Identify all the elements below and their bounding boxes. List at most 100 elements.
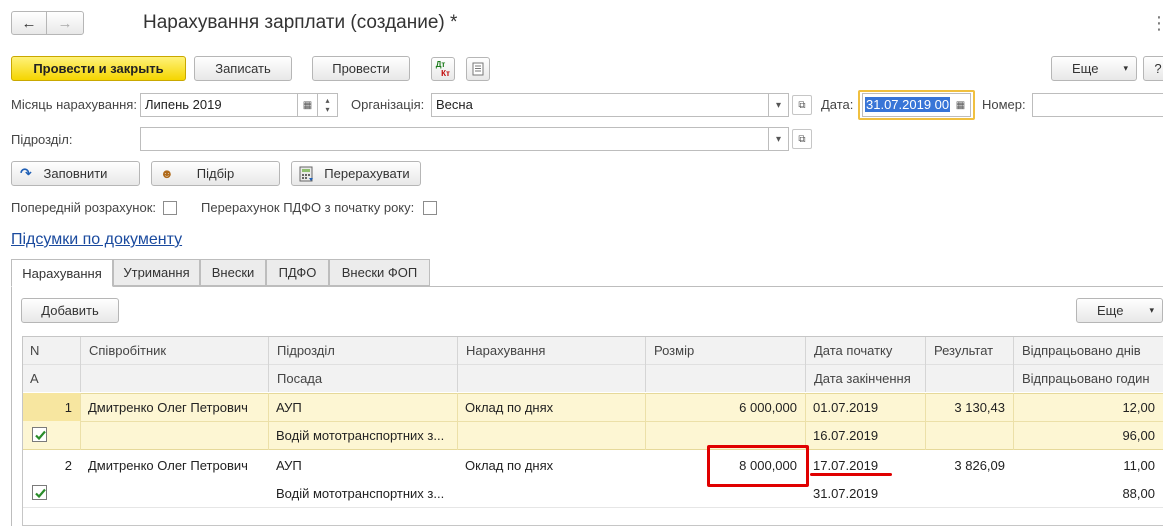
help-button[interactable]: ? [1143,56,1163,81]
amount-cell[interactable]: 6 000,000 [645,393,805,421]
number-field[interactable] [1032,93,1163,117]
column-header-active[interactable]: А [23,365,80,392]
tab-accruals[interactable]: Нарахування [11,259,113,287]
arrow-right-icon: → [57,14,73,32]
users-icon: ☻ [160,166,174,181]
hours-cell[interactable]: 88,00 [1013,479,1163,507]
days-cell[interactable]: 12,00 [1013,393,1163,421]
triangle-down-icon: ▾ [775,99,782,111]
recalc-label: Перерахувати [324,166,410,181]
save-button[interactable]: Записать [194,56,292,81]
result-cell[interactable]: 3 130,43 [925,393,1013,421]
dt-kt-button[interactable]: Дт Кт [431,57,455,81]
step-up-icon: ▴ [325,96,330,105]
more-label: Еще [1072,61,1099,76]
pdfo-recalc-label: Перерахунок ПДФО з початку року: [201,200,415,215]
pick-label: Підбір [196,166,235,181]
forward-button[interactable]: → [46,11,84,35]
prelim-calc-checkbox[interactable] [163,201,177,215]
department-dropdown[interactable]: ▾ [769,127,789,151]
column-header-department[interactable]: Підрозділ [268,337,457,364]
position-cell[interactable]: Водій мототранспортних з... [268,421,457,449]
post-button[interactable]: Провести [312,56,410,81]
start-date-underline [810,473,892,476]
date-label: Дата: [821,97,854,112]
department-open-button[interactable]: ⧉ [792,129,812,149]
month-stepper[interactable]: ▴ ▾ [318,93,338,117]
calculator-icon [299,166,313,182]
document-icon [472,62,484,76]
calendar-icon: ▦ [302,99,313,111]
start-date-cell[interactable]: 01.07.2019 [805,393,925,421]
organization-dropdown[interactable]: ▾ [769,93,789,117]
table-more-button[interactable]: Еще ▾ [1076,298,1163,323]
back-button[interactable]: ← [11,11,47,35]
column-header-result[interactable]: Результат [925,337,1013,364]
date-calendar-button[interactable]: ▦ [951,93,971,117]
fill-button[interactable]: ↷ Заповнити [11,161,140,186]
date-value: 31.07.2019 00 [865,97,951,112]
tab-deductions[interactable]: Утримання [113,259,200,286]
employee-cell[interactable]: Дмитренко Олег Петрович [80,451,268,479]
more-actions-icon[interactable]: ⋮ [1150,13,1163,34]
column-header-accrual[interactable]: Нарахування [457,337,645,364]
tab-fop-contributions[interactable]: Внески ФОП [329,259,430,286]
tab-pdfo[interactable]: ПДФО [266,259,329,286]
accrual-cell[interactable]: Оклад по днях [457,451,645,479]
row-number: 1 [64,399,72,415]
page-title: Нарахування зарплати (создание) * [143,12,458,33]
position-cell[interactable]: Водій мототранспортних з... [268,479,457,507]
fill-label: Заповнити [43,166,108,181]
end-date-cell[interactable]: 31.07.2019 [805,479,925,507]
calendar-button[interactable]: ▦ [298,93,318,117]
month-label: Місяць нарахування: [11,97,137,112]
add-row-button[interactable]: Добавить [21,298,119,323]
column-header-hours-worked[interactable]: Відпрацьовано годин [1013,365,1163,392]
employee-cell[interactable]: Дмитренко Олег Петрович [80,393,268,421]
triangle-down-icon: ▾ [775,133,782,145]
recalc-button[interactable]: Перерахувати [291,161,421,186]
calendar-icon: ▦ [955,99,966,111]
tab-contributions[interactable]: Внески [200,259,266,286]
checkmark-icon [35,488,46,499]
organization-open-button[interactable]: ⧉ [792,95,812,115]
number-label: Номер: [982,97,1026,112]
column-header-end-date[interactable]: Дата закінчення [805,365,925,392]
print-button[interactable] [466,57,490,81]
date-field[interactable]: 31.07.2019 00 [862,93,951,117]
department-label: Підрозділ: [11,132,73,147]
document-summary-link[interactable]: Підсумки по документу [11,231,182,249]
column-header-position[interactable]: Посада [268,365,457,392]
end-date-cell[interactable]: 16.07.2019 [805,421,925,449]
days-cell[interactable]: 11,00 [1013,451,1163,479]
result-cell[interactable]: 3 826,09 [925,451,1013,479]
pdfo-recalc-checkbox[interactable] [423,201,437,215]
row-number: 2 [64,457,72,473]
fill-arrow-icon: ↷ [20,165,32,181]
department-cell[interactable]: АУП [268,451,457,479]
active-checkbox[interactable] [32,427,47,442]
open-window-icon: ⧉ [798,133,806,145]
department-field[interactable] [140,127,769,151]
dt-kt-icon-bottom: Кт [441,69,450,78]
column-header-employee[interactable]: Співробітник [80,337,268,364]
triangle-down-icon: ▾ [1123,63,1128,73]
prelim-calc-label: Попередній розрахунок: [11,200,156,215]
more-button[interactable]: Еще ▾ [1051,56,1137,81]
month-field[interactable]: Липень 2019 [140,93,298,117]
accrual-cell[interactable]: Оклад по днях [457,393,645,421]
column-header-n[interactable]: N [23,337,80,364]
checkmark-icon [35,430,46,441]
hours-cell[interactable]: 96,00 [1013,421,1163,449]
organization-field[interactable]: Весна [431,93,769,117]
dt-kt-icon-top: Дт [435,60,446,69]
pick-button[interactable]: ☻ Підбір [151,161,280,186]
active-checkbox[interactable] [32,485,47,500]
column-header-amount[interactable]: Розмір [645,337,805,364]
post-and-close-button[interactable]: Провести и закрыть [11,56,186,81]
department-cell[interactable]: АУП [268,393,457,421]
amount-highlight-frame [707,445,809,487]
organization-label: Організація: [351,97,425,112]
column-header-start-date[interactable]: Дата початку [805,337,925,364]
column-header-days-worked[interactable]: Відпрацьовано днів [1013,337,1163,364]
